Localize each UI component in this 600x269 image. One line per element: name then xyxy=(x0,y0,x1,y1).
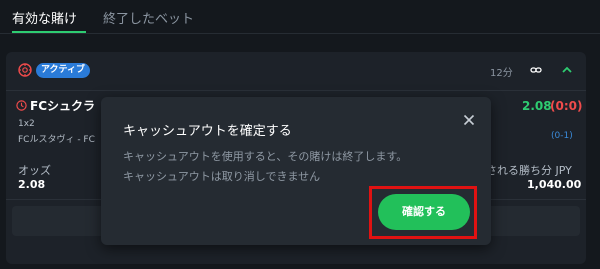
confirm-button[interactable]: 確認する xyxy=(378,194,470,230)
modal-description-line1: キャッシュアウトを使用すると、その賭けは終了します。 xyxy=(123,150,408,163)
tabs-divider xyxy=(0,33,600,34)
card-divider xyxy=(6,90,586,91)
bet-odds: 2.08 xyxy=(522,99,552,113)
bet-selection: FCシュクラ xyxy=(30,99,96,113)
half-score: (0-1) xyxy=(551,131,573,141)
bet-tabs: 有効な賭け 終了したベット xyxy=(0,0,600,34)
sticky-note-icon xyxy=(18,63,32,77)
odds-value: 2.08 xyxy=(18,178,46,191)
modal-title: キャッシュアウトを確定する xyxy=(123,124,292,139)
tab-active-bets[interactable]: 有効な賭け xyxy=(12,8,77,27)
link-icon[interactable] xyxy=(530,65,542,75)
live-score: (0:0) xyxy=(550,99,583,113)
status-badge: アクティブ xyxy=(36,63,91,78)
modal-description-line2: キャッシュアウトは取り消しできません xyxy=(123,170,321,183)
bet-market: 1x2 xyxy=(18,119,35,129)
close-icon[interactable] xyxy=(463,114,475,126)
potential-win-label: される勝ち分 JPY xyxy=(486,164,572,177)
match-name: FCルスタヴィ - FC xyxy=(18,135,95,145)
odds-label: オッズ xyxy=(18,164,51,177)
tab-settled-bets[interactable]: 終了したベット xyxy=(103,8,194,27)
clock-icon xyxy=(16,100,27,111)
bet-time: 12分 xyxy=(490,68,513,79)
potential-win-value: 1,040.00 xyxy=(527,178,582,191)
chevron-up-icon[interactable] xyxy=(561,65,573,75)
bet-card-header: アクティブ 12分 xyxy=(6,52,586,90)
